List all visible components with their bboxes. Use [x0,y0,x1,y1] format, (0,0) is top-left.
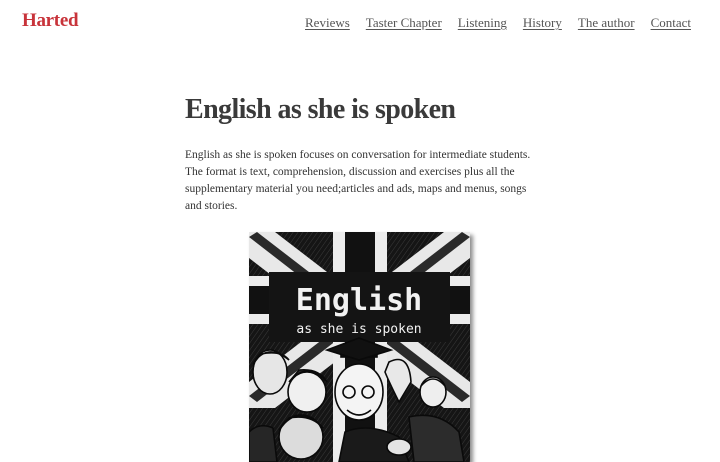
main-nav: Reviews Taster Chapter Listening History… [305,15,691,31]
site-logo[interactable]: Harted [22,10,79,32]
cover-title-sub: as she is spoken [296,322,421,337]
intro-paragraph: English as she is spoken focuses on conv… [185,149,531,212]
nav-link-listening[interactable]: Listening [458,15,507,31]
book-cover-illustration: English as she is spoken [249,232,470,462]
main-content: English as she is spoken English as she … [185,92,545,215]
nav-link-history[interactable]: History [523,15,562,31]
nav-link-the-author[interactable]: The author [578,15,635,31]
site-header: Harted Reviews Taster Chapter Listening … [0,0,720,44]
page-title: English as she is spoken [185,94,456,125]
book-cover-image: English as she is spoken [249,232,470,462]
cover-title-main: English [296,283,422,318]
nav-link-reviews[interactable]: Reviews [305,15,350,31]
nav-link-taster-chapter[interactable]: Taster Chapter [366,15,442,31]
nav-link-contact[interactable]: Contact [651,15,691,31]
